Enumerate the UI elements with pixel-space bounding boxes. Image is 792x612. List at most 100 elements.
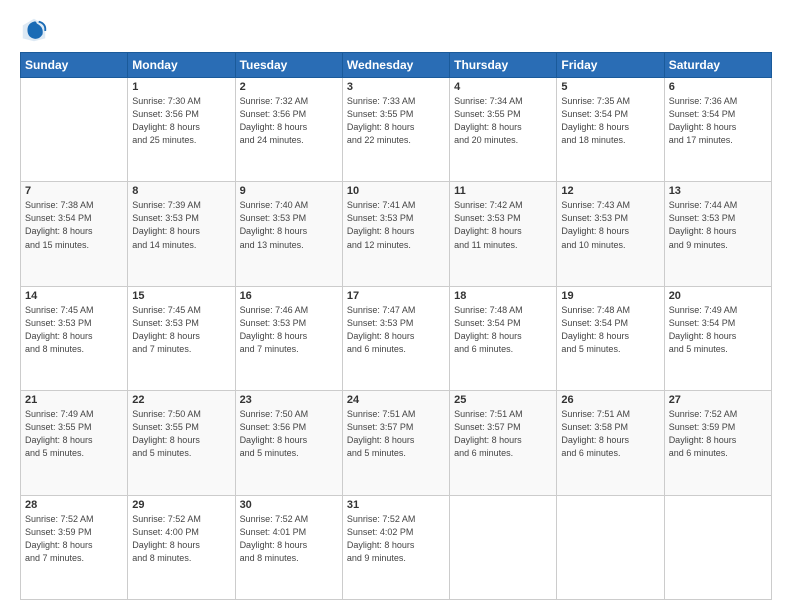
day-number: 9 (240, 185, 338, 197)
weekday-tuesday: Tuesday (235, 53, 342, 78)
week-row-3: 21 Sunrise: 7:49 AM Sunset: 3:55 PM Dayli… (21, 391, 772, 495)
calendar-cell: 15 Sunrise: 7:45 AM Sunset: 3:53 PM Dayli… (128, 286, 235, 390)
day-number: 16 (240, 290, 338, 302)
day-number: 31 (347, 499, 445, 511)
day-number: 19 (561, 290, 659, 302)
day-number: 1 (132, 81, 230, 93)
header (20, 16, 772, 44)
day-info: Sunrise: 7:41 AM Sunset: 3:53 PM Dayligh… (347, 199, 445, 251)
day-number: 13 (669, 185, 767, 197)
calendar-cell: 9 Sunrise: 7:40 AM Sunset: 3:53 PM Daylig… (235, 182, 342, 286)
calendar-cell: 8Sunrise: 7:39 AM Sunset: 3:53 PM Daylig… (128, 182, 235, 286)
calendar-cell: 17 Sunrise: 7:47 AM Sunset: 3:53 PM Dayli… (342, 286, 449, 390)
day-number: 5 (561, 81, 659, 93)
day-info: Sunrise: 7:42 AM Sunset: 3:53 PM Dayligh… (454, 199, 552, 251)
day-info: Sunrise: 7:33 AM Sunset: 3:55 PM Dayligh… (347, 95, 445, 147)
calendar-cell: 3 Sunrise: 7:33 AM Sunset: 3:55 PM Daylig… (342, 78, 449, 182)
calendar-cell: 11Sunrise: 7:42 AM Sunset: 3:53 PM Dayli… (450, 182, 557, 286)
day-number: 18 (454, 290, 552, 302)
day-number: 24 (347, 394, 445, 406)
day-number: 15 (132, 290, 230, 302)
day-info: Sunrise: 7:40 AM Sunset: 3:53 PM Dayligh… (240, 199, 338, 251)
day-number: 20 (669, 290, 767, 302)
logo (20, 16, 52, 44)
day-info: Sunrise: 7:52 AM Sunset: 4:00 PM Dayligh… (132, 513, 230, 565)
calendar-cell: 22Sunrise: 7:50 AM Sunset: 3:55 PM Dayli… (128, 391, 235, 495)
day-number: 23 (240, 394, 338, 406)
calendar-cell (21, 78, 128, 182)
weekday-saturday: Saturday (664, 53, 771, 78)
day-info: Sunrise: 7:52 AM Sunset: 4:01 PM Dayligh… (240, 513, 338, 565)
day-number: 6 (669, 81, 767, 93)
calendar-cell: 23 Sunrise: 7:50 AM Sunset: 3:56 PM Dayli… (235, 391, 342, 495)
calendar-cell: 20 Sunrise: 7:49 AM Sunset: 3:54 PM Dayli… (664, 286, 771, 390)
calendar-cell: 24 Sunrise: 7:51 AM Sunset: 3:57 PM Dayli… (342, 391, 449, 495)
day-number: 17 (347, 290, 445, 302)
week-row-0: 1Sunrise: 7:30 AM Sunset: 3:56 PM Daylig… (21, 78, 772, 182)
calendar-cell: 18 Sunrise: 7:48 AM Sunset: 3:54 PM Dayli… (450, 286, 557, 390)
week-row-1: 7 Sunrise: 7:38 AM Sunset: 3:54 PM Daylig… (21, 182, 772, 286)
calendar-cell: 25 Sunrise: 7:51 AM Sunset: 3:57 PM Dayli… (450, 391, 557, 495)
day-info: Sunrise: 7:34 AM Sunset: 3:55 PM Dayligh… (454, 95, 552, 147)
day-info: Sunrise: 7:43 AM Sunset: 3:53 PM Dayligh… (561, 199, 659, 251)
calendar-cell (664, 495, 771, 599)
calendar-cell: 19 Sunrise: 7:48 AM Sunset: 3:54 PM Dayli… (557, 286, 664, 390)
day-info: Sunrise: 7:48 AM Sunset: 3:54 PM Dayligh… (454, 304, 552, 356)
day-number: 26 (561, 394, 659, 406)
day-info: Sunrise: 7:50 AM Sunset: 3:56 PM Dayligh… (240, 408, 338, 460)
calendar-cell: 31 Sunrise: 7:52 AM Sunset: 4:02 PM Dayli… (342, 495, 449, 599)
week-row-4: 28 Sunrise: 7:52 AM Sunset: 3:59 PM Dayli… (21, 495, 772, 599)
calendar-cell: 1Sunrise: 7:30 AM Sunset: 3:56 PM Daylig… (128, 78, 235, 182)
page: SundayMondayTuesdayWednesdayThursdayFrid… (0, 0, 792, 612)
calendar-cell: 6 Sunrise: 7:36 AM Sunset: 3:54 PM Daylig… (664, 78, 771, 182)
day-number: 12 (561, 185, 659, 197)
day-info: Sunrise: 7:51 AM Sunset: 3:57 PM Dayligh… (454, 408, 552, 460)
day-number: 7 (25, 185, 123, 197)
day-info: Sunrise: 7:52 AM Sunset: 3:59 PM Dayligh… (25, 513, 123, 565)
day-number: 27 (669, 394, 767, 406)
weekday-monday: Monday (128, 53, 235, 78)
logo-icon (20, 16, 48, 44)
weekday-wednesday: Wednesday (342, 53, 449, 78)
calendar-cell: 2 Sunrise: 7:32 AM Sunset: 3:56 PM Daylig… (235, 78, 342, 182)
day-info: Sunrise: 7:52 AM Sunset: 3:59 PM Dayligh… (669, 408, 767, 460)
day-info: Sunrise: 7:38 AM Sunset: 3:54 PM Dayligh… (25, 199, 123, 251)
day-number: 28 (25, 499, 123, 511)
day-number: 25 (454, 394, 552, 406)
day-info: Sunrise: 7:47 AM Sunset: 3:53 PM Dayligh… (347, 304, 445, 356)
weekday-thursday: Thursday (450, 53, 557, 78)
day-info: Sunrise: 7:51 AM Sunset: 3:57 PM Dayligh… (347, 408, 445, 460)
day-info: Sunrise: 7:49 AM Sunset: 3:54 PM Dayligh… (669, 304, 767, 356)
day-number: 8 (132, 185, 230, 197)
calendar-cell: 7 Sunrise: 7:38 AM Sunset: 3:54 PM Daylig… (21, 182, 128, 286)
weekday-sunday: Sunday (21, 53, 128, 78)
day-info: Sunrise: 7:48 AM Sunset: 3:54 PM Dayligh… (561, 304, 659, 356)
day-info: Sunrise: 7:49 AM Sunset: 3:55 PM Dayligh… (25, 408, 123, 460)
day-number: 21 (25, 394, 123, 406)
calendar-cell: 4 Sunrise: 7:34 AM Sunset: 3:55 PM Daylig… (450, 78, 557, 182)
day-info: Sunrise: 7:45 AM Sunset: 3:53 PM Dayligh… (132, 304, 230, 356)
day-info: Sunrise: 7:46 AM Sunset: 3:53 PM Dayligh… (240, 304, 338, 356)
day-number: 3 (347, 81, 445, 93)
calendar-cell: 10 Sunrise: 7:41 AM Sunset: 3:53 PM Dayli… (342, 182, 449, 286)
day-number: 10 (347, 185, 445, 197)
calendar-cell: 26 Sunrise: 7:51 AM Sunset: 3:58 PM Dayli… (557, 391, 664, 495)
calendar-cell: 12 Sunrise: 7:43 AM Sunset: 3:53 PM Dayli… (557, 182, 664, 286)
calendar-cell: 5 Sunrise: 7:35 AM Sunset: 3:54 PM Daylig… (557, 78, 664, 182)
calendar-cell (557, 495, 664, 599)
day-info: Sunrise: 7:32 AM Sunset: 3:56 PM Dayligh… (240, 95, 338, 147)
day-info: Sunrise: 7:35 AM Sunset: 3:54 PM Dayligh… (561, 95, 659, 147)
calendar-cell: 16 Sunrise: 7:46 AM Sunset: 3:53 PM Dayli… (235, 286, 342, 390)
day-number: 4 (454, 81, 552, 93)
calendar-cell: 29Sunrise: 7:52 AM Sunset: 4:00 PM Dayli… (128, 495, 235, 599)
day-number: 22 (132, 394, 230, 406)
day-number: 30 (240, 499, 338, 511)
day-number: 2 (240, 81, 338, 93)
day-info: Sunrise: 7:51 AM Sunset: 3:58 PM Dayligh… (561, 408, 659, 460)
day-number: 14 (25, 290, 123, 302)
calendar-cell: 30 Sunrise: 7:52 AM Sunset: 4:01 PM Dayli… (235, 495, 342, 599)
week-row-2: 14 Sunrise: 7:45 AM Sunset: 3:53 PM Dayli… (21, 286, 772, 390)
day-info: Sunrise: 7:36 AM Sunset: 3:54 PM Dayligh… (669, 95, 767, 147)
day-info: Sunrise: 7:52 AM Sunset: 4:02 PM Dayligh… (347, 513, 445, 565)
weekday-friday: Friday (557, 53, 664, 78)
